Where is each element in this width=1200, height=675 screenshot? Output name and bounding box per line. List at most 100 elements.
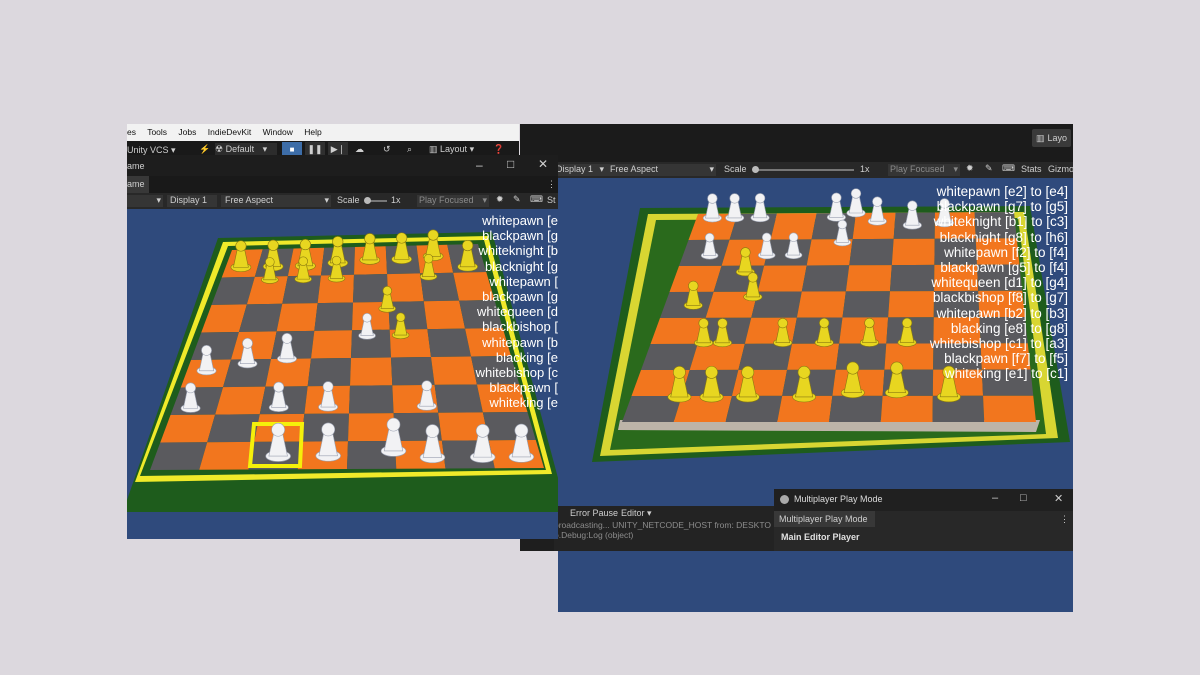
gizmos-button[interactable]: Gizmo [1048,164,1074,174]
left-aspect-dropdown[interactable]: Free Aspect ▾ [221,195,331,207]
help-icon[interactable]: ❓ [493,144,504,155]
close-icon[interactable]: ✕ [1054,492,1063,505]
right-play-focused-dropdown[interactable]: Play Focused ▾ [888,164,960,176]
right-aspect-dropdown[interactable]: Free Aspect ▾ [610,164,716,176]
move-log-entry: blackpawn [g [482,228,558,244]
left-game-view[interactable]: whitepawn [e blackpawn [g whiteknight [b bl… [127,209,558,539]
board-square[interactable] [845,265,892,292]
left-display-dropdown[interactable]: Display 1 [167,195,217,207]
left-target-dropdown[interactable]: ▾ [127,195,163,207]
mppm-tab-label: Multiplayer Play Mode [779,514,868,524]
maximize-icon[interactable]: □ [507,157,514,171]
left-scale-slider[interactable]: Scale 1x [337,195,415,207]
board-square[interactable] [796,291,846,318]
board-square[interactable] [842,291,890,318]
right-scale-slider[interactable]: Scale 1x [724,164,884,176]
console-log: broadcasting... UNITY_NETCODE_HOST from:… [554,520,771,540]
move-log-entry: whitepawn [ [489,273,558,289]
board-square[interactable] [835,343,887,370]
mppm-tab[interactable]: Multiplayer Play Mode [774,511,875,527]
board-square[interactable] [314,302,353,331]
stats-button[interactable]: St [547,195,556,205]
move-log-entry: whitequeen [d1] to [g4] [931,275,1068,291]
move-log-entry: whiteknight [b1] to [c3] [933,214,1068,230]
layer-label: Default [225,144,255,154]
menu-item[interactable]: Help [304,127,321,137]
board-square[interactable] [829,395,883,422]
board-square[interactable] [388,301,428,330]
close-icon[interactable]: ✕ [538,157,548,171]
menu-item[interactable]: es [127,127,136,137]
keyboard-shortcuts-icon[interactable]: ⌨ [1002,163,1015,174]
game-tab[interactable]: ame [127,176,149,193]
chess-piece[interactable] [846,188,866,218]
board-square[interactable] [757,265,807,292]
board-square[interactable] [787,343,840,370]
cloud-icon[interactable]: ☁ [355,144,364,155]
board-square[interactable] [689,343,745,370]
right-editor-window: ▥ Layo Display 1 ▾ Free Aspect ▾ Scale 1… [520,124,1074,612]
mute-audio-icon[interactable]: ✹ [496,194,504,205]
keyboard-shortcuts-icon[interactable]: ⌨ [530,194,543,205]
board-square[interactable] [311,330,352,359]
move-log-entry: blacking [e [495,349,558,365]
move-log-entry: whitequeen [d [477,304,558,320]
stats-button[interactable]: Stats [1021,164,1042,174]
chevron-down-icon: ▾ [953,164,958,174]
menu-item[interactable]: IndieDevKit [208,127,251,137]
mute-audio-icon[interactable]: ✹ [966,163,974,174]
light-icon[interactable]: ⚡ [199,144,210,155]
mppm-title: Multiplayer Play Mode [794,494,883,504]
board-square[interactable] [199,441,255,470]
layout-dropdown[interactable]: ▥ Layo [1032,129,1072,147]
board-square[interactable] [880,395,933,422]
slider-handle[interactable] [752,166,759,173]
board-square[interactable] [215,386,266,415]
minimize-icon[interactable]: – [992,492,998,504]
board-square[interactable] [738,343,792,370]
editor-dropdown[interactable]: Editor ▾ [621,508,652,519]
move-log-entry: whitepawn [e [482,213,558,228]
board-square[interactable] [983,395,1036,422]
board-square[interactable] [276,303,318,332]
board-square[interactable] [387,273,424,302]
chevron-down-icon: ▾ [482,195,487,205]
layout-label: Layo [1047,133,1068,143]
board-square[interactable] [350,357,393,386]
error-pause-button[interactable]: Error Pause [570,508,618,518]
maximize-icon[interactable]: □ [1020,492,1027,504]
left-play-focused-dropdown[interactable]: Play Focused ▾ [417,195,489,207]
more-options-icon[interactable]: ⋮ [1060,514,1069,525]
left-game-toolbar: ▾ Display 1 Free Aspect ▾ Scale 1x Play … [127,193,558,209]
debug-icon[interactable]: ✎ [985,163,993,174]
board-square[interactable] [801,265,850,292]
mppm-titlebar: Multiplayer Play Mode – □ ✕ [774,489,1073,511]
move-log-entry: blackpawn [ [489,380,558,396]
minimize-icon[interactable]: – [476,158,483,172]
left-window-title: ame [127,161,145,171]
search-icon[interactable]: ⌕ [407,144,412,155]
menu-item[interactable]: Tools [147,127,167,137]
move-log-entry: blackpawn [g [482,289,558,305]
move-log-entry: blacking [e8] to [g8] [950,320,1068,336]
menu-item[interactable]: Jobs [178,127,196,137]
debug-icon[interactable]: ✎ [513,194,521,205]
chevron-down-icon: ▾ [262,144,268,154]
chevron-down-icon: ▾ [647,508,652,518]
history-icon[interactable]: ↺ [383,144,391,155]
right-scale-value: 1x [860,164,870,174]
slider-handle[interactable] [364,197,371,204]
board-square[interactable] [349,385,394,414]
chevron-down-icon: ▾ [709,164,714,174]
move-log-entry: blackbishop [ [482,319,558,335]
board-square[interactable] [849,238,894,266]
move-log-entry: whitebishop [c [475,365,558,381]
left-scale-label: Scale [337,195,360,205]
left-play-focused-label: Play Focused [419,195,474,205]
move-log-entry: whitebishop [c1] to [a3] [929,336,1068,352]
layout-icon: ▥ [429,144,438,154]
menu-item[interactable]: Window [263,127,293,137]
board-square[interactable] [641,343,698,370]
more-options-icon[interactable]: ⋮ [547,179,556,190]
board-square[interactable] [482,412,536,441]
